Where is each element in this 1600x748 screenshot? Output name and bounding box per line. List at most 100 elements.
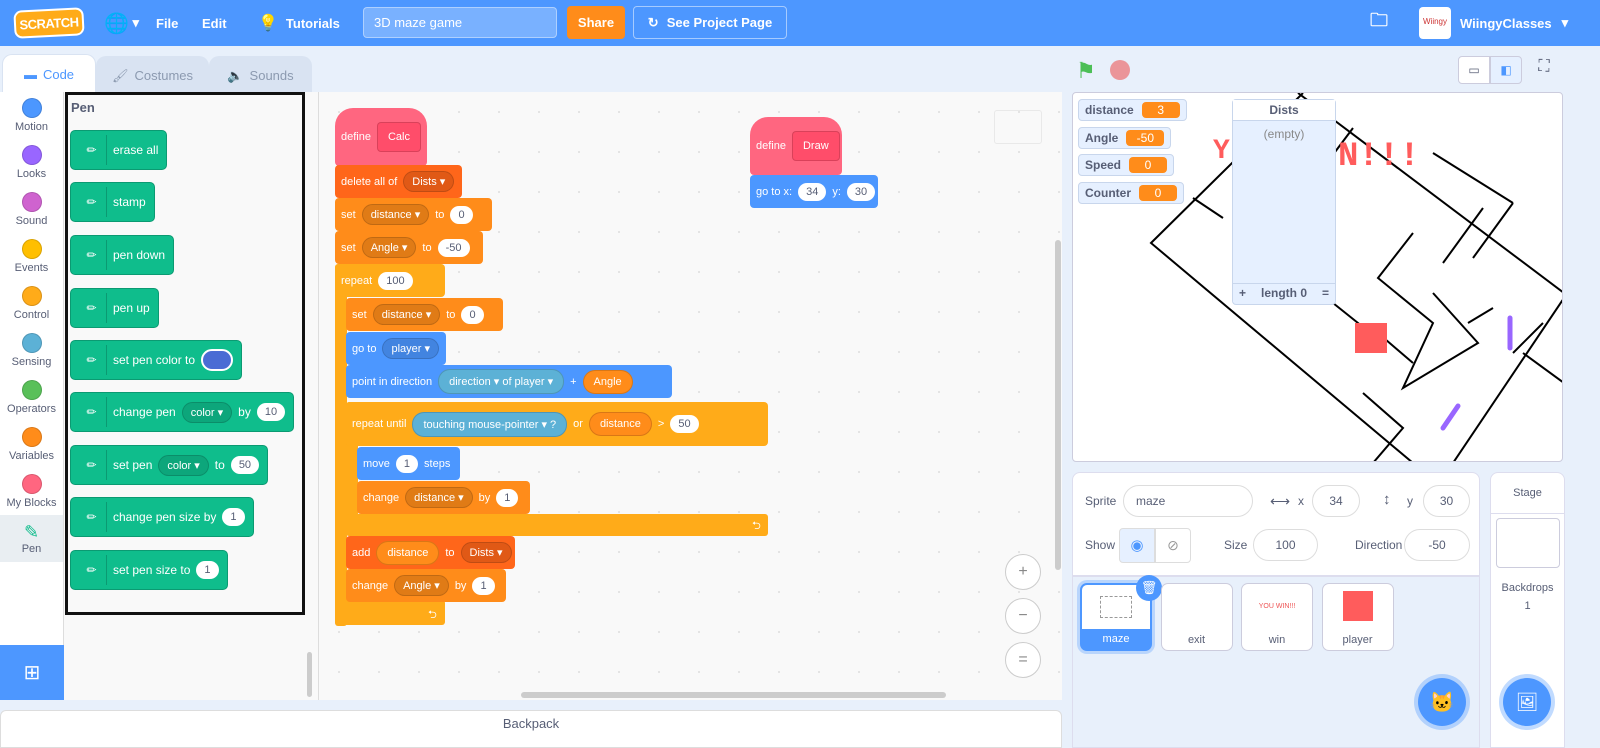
code-block[interactable]: define Draw bbox=[750, 117, 842, 175]
code-block[interactable]: go to player ▾ bbox=[346, 332, 446, 365]
variable-monitor-counter[interactable]: Counter 0 bbox=[1078, 181, 1184, 204]
number-input[interactable]: 1 bbox=[196, 561, 219, 579]
sprite-tile-exit[interactable]: exit bbox=[1160, 583, 1233, 651]
category-operators[interactable]: Operators bbox=[0, 374, 63, 421]
add-extension-button[interactable]: ⊞ bbox=[0, 645, 64, 700]
color-swatch[interactable] bbox=[201, 349, 234, 371]
number-input[interactable]: 0 bbox=[450, 205, 473, 224]
category-my-blocks[interactable]: My Blocks bbox=[0, 468, 63, 515]
choose-backdrop-button[interactable]: 🖼 bbox=[1503, 678, 1551, 726]
direction-input[interactable]: -50 bbox=[1404, 529, 1470, 561]
category-sensing[interactable]: Sensing bbox=[0, 327, 63, 374]
palette-block[interactable]: ✏ change pen size by 1 bbox=[70, 497, 254, 537]
horizontal-scrollbar[interactable] bbox=[521, 692, 946, 698]
large-stage-button[interactable]: ◧ bbox=[1490, 56, 1522, 84]
palette-block[interactable]: ✏ set pen color to bbox=[70, 340, 243, 380]
custom-block-prototype[interactable]: Draw bbox=[791, 131, 840, 161]
number-input[interactable]: 30 bbox=[846, 182, 876, 201]
variable-monitor-distance[interactable]: distance 3 bbox=[1078, 99, 1187, 121]
tutorials-menu[interactable]: 💡 Tutorials bbox=[258, 0, 340, 46]
avatar[interactable]: Wiingy bbox=[1419, 7, 1451, 39]
number-input[interactable]: 10 bbox=[256, 403, 286, 421]
code-block[interactable]: set Angle ▾ to -50 bbox=[335, 231, 483, 264]
category-control[interactable]: Control bbox=[0, 280, 63, 327]
number-input[interactable]: 1 bbox=[472, 576, 495, 595]
dropdown[interactable]: distance ▾ bbox=[405, 487, 473, 508]
number-input[interactable]: 50 bbox=[670, 415, 699, 433]
delete-sprite-button[interactable]: 🗑 bbox=[1136, 575, 1162, 601]
stop-icon[interactable] bbox=[1110, 60, 1130, 80]
fullscreen-icon[interactable]: ⛶ bbox=[1530, 58, 1558, 84]
list-resize-handle[interactable]: = bbox=[1322, 286, 1329, 300]
palette-block[interactable]: ✏ pen up bbox=[70, 288, 159, 328]
number-input[interactable]: 0 bbox=[461, 305, 484, 324]
category-looks[interactable]: Looks bbox=[0, 139, 63, 186]
share-button[interactable]: Share bbox=[567, 6, 625, 39]
tab-code[interactable]: ▬ Code bbox=[2, 54, 96, 94]
my-stuff-folder-icon[interactable]: 🗀 bbox=[1370, 0, 1388, 46]
number-input[interactable]: 34 bbox=[798, 182, 827, 201]
edit-menu[interactable]: Edit bbox=[202, 0, 227, 46]
dropdown[interactable]: distance ▾ bbox=[372, 304, 441, 325]
file-menu[interactable]: File bbox=[156, 0, 178, 46]
reporter[interactable]: distance bbox=[376, 540, 440, 565]
zoom-reset-button[interactable]: = bbox=[1005, 642, 1041, 678]
small-stage-button[interactable]: ▭ bbox=[1458, 56, 1490, 84]
dropdown[interactable]: color ▾ bbox=[181, 401, 233, 423]
code-block[interactable]: go to x: 34 y: 30 bbox=[750, 175, 878, 208]
see-project-page-button[interactable]: ↻ See Project Page bbox=[633, 6, 787, 39]
code-block[interactable]: define Calc bbox=[335, 108, 427, 166]
code-block[interactable]: change distance ▾ by 1 bbox=[357, 481, 530, 514]
list-monitor-dists[interactable]: Dists (empty) + length 0 = bbox=[1232, 99, 1336, 305]
sprite-tile-win[interactable]: YOU WIN!!! win bbox=[1241, 583, 1313, 651]
account-menu[interactable]: WiingyClasses ▾ bbox=[1460, 0, 1568, 46]
reporter[interactable]: touching mouse-pointer ▾ ? bbox=[412, 411, 568, 437]
palette-block[interactable]: ✏ set pen color ▾ to 50 bbox=[70, 445, 269, 485]
number-input[interactable]: 1 bbox=[222, 508, 245, 526]
variable-monitor-speed[interactable]: Speed 0 bbox=[1078, 154, 1175, 176]
show-hidden-button[interactable]: ⊘ bbox=[1155, 528, 1191, 563]
x-input[interactable]: 34 bbox=[1312, 485, 1360, 517]
number-input[interactable]: 100 bbox=[378, 271, 413, 290]
palette-block[interactable]: ✏ pen down bbox=[70, 235, 175, 275]
category-sound[interactable]: Sound bbox=[0, 186, 63, 233]
sprite-name-input[interactable]: maze bbox=[1123, 485, 1253, 517]
choose-sprite-button[interactable]: 🐱 bbox=[1418, 678, 1466, 726]
palette-scrollbar[interactable] bbox=[307, 652, 312, 697]
scratch-logo[interactable]: SCRATCH bbox=[13, 7, 85, 39]
palette-block[interactable]: ✏ change pen color ▾ by 10 bbox=[70, 392, 295, 432]
zoom-out-button[interactable]: − bbox=[1005, 598, 1041, 634]
backpack[interactable]: Backpack bbox=[0, 710, 1062, 748]
category-events[interactable]: Events bbox=[0, 233, 63, 280]
sprite-tile-player[interactable]: player bbox=[1321, 583, 1394, 651]
dropdown[interactable]: player ▾ bbox=[382, 338, 440, 359]
dropdown[interactable]: color ▾ bbox=[158, 454, 209, 476]
number-input[interactable]: -50 bbox=[437, 238, 470, 257]
backdrop-thumbnail[interactable] bbox=[1495, 518, 1560, 568]
sprite-tile-maze[interactable]: maze 🗑 bbox=[1080, 575, 1162, 651]
dropdown[interactable]: Angle ▾ bbox=[361, 237, 417, 258]
code-block[interactable]: change Angle ▾ by 1 bbox=[346, 569, 506, 602]
code-block[interactable]: set distance ▾ to 0 bbox=[346, 298, 503, 331]
number-input[interactable]: 50 bbox=[230, 456, 260, 474]
variable-monitor-angle[interactable]: Angle -50 bbox=[1078, 126, 1172, 149]
palette-block[interactable]: ✏ stamp bbox=[70, 182, 155, 222]
size-input[interactable]: 100 bbox=[1253, 529, 1318, 561]
stage[interactable]: Y N!!! distance 3 Angle -50 Speed 0 Counter 0 D… bbox=[1072, 92, 1563, 462]
reporter[interactable]: direction ▾ of player ▾ bbox=[438, 369, 565, 394]
dropdown[interactable]: distance ▾ bbox=[361, 204, 430, 225]
palette-block[interactable]: ✏ erase all bbox=[70, 130, 168, 170]
code-block[interactable]: repeat 100 bbox=[335, 264, 445, 297]
y-input[interactable]: 30 bbox=[1423, 485, 1470, 517]
list-add-button[interactable]: + bbox=[1239, 286, 1246, 300]
code-block[interactable]: move 1 steps bbox=[357, 447, 460, 480]
language-menu[interactable]: 🌐 ▾ bbox=[104, 0, 139, 46]
tab-sounds[interactable]: 🔈 Sounds bbox=[209, 56, 312, 94]
number-input[interactable]: 1 bbox=[496, 488, 519, 507]
code-block[interactable]: set distance ▾ to 0 bbox=[335, 198, 492, 231]
category-variables[interactable]: Variables bbox=[0, 421, 63, 468]
dropdown[interactable]: Angle ▾ bbox=[394, 575, 449, 596]
category-pen[interactable]: ✎ Pen bbox=[0, 515, 63, 562]
green-flag-icon[interactable]: ⚑ bbox=[1076, 58, 1096, 84]
zoom-in-button[interactable]: + bbox=[1005, 554, 1041, 590]
